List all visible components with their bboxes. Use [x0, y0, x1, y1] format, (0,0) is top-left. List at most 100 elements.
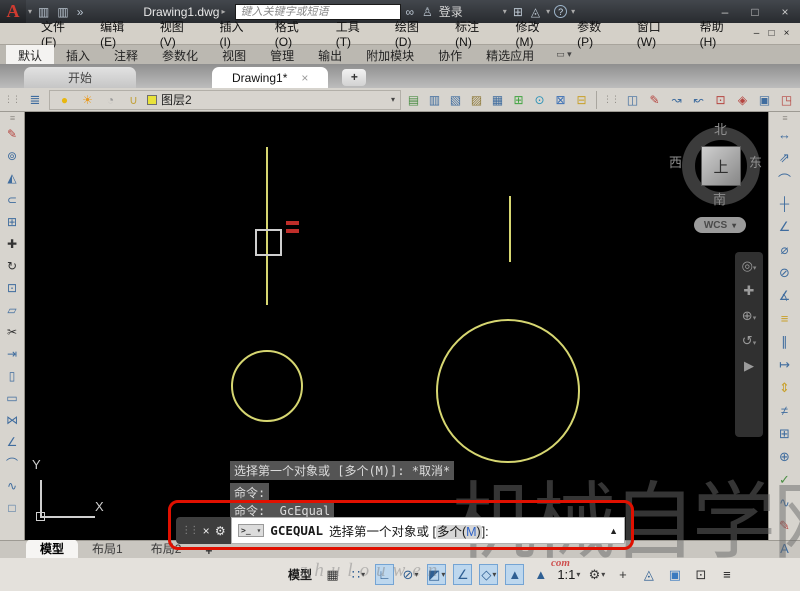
scale-icon[interactable]: ⊡ [0, 277, 24, 299]
dim-continue-icon[interactable]: ↦ [769, 353, 800, 376]
layer-lock-icon[interactable]: ⊠ [551, 93, 570, 107]
layer-previous-icon[interactable]: ▧ [446, 93, 465, 107]
layer-unlock2-icon[interactable]: ⊟ [572, 93, 591, 107]
dim-jog-line-icon[interactable]: ∿ [769, 491, 800, 514]
toolbar-grip[interactable]: ⋮⋮ [602, 94, 620, 105]
dim-jogged-icon[interactable]: ∡ [769, 284, 800, 307]
dim-diameter-icon[interactable]: ⊘ [769, 261, 800, 284]
dropdown-caret-icon[interactable]: ▾ [492, 570, 496, 579]
circle-entity[interactable] [436, 319, 580, 463]
dropdown-caret-icon[interactable]: ▾ [601, 570, 605, 579]
snap-mode-icon[interactable]: ∷▾ [349, 564, 368, 585]
polar-tracking-icon[interactable]: ⊘▾ [401, 564, 420, 585]
model-space-label[interactable]: 模型 [288, 566, 312, 583]
command-line-handle[interactable]: ⋮⋮ × ⚙ [176, 517, 231, 544]
layout-tab-layout1[interactable]: 布局1 [78, 539, 137, 558]
ribbon-tab-collaborate[interactable]: 协作 [426, 45, 474, 64]
trim-icon[interactable]: ✂ [0, 321, 24, 343]
command-prompt-icon[interactable]: >_ ▾ [238, 524, 264, 537]
dropdown-caret-icon[interactable]: ▾ [753, 315, 757, 322]
line-entity[interactable] [266, 147, 268, 305]
wcs-dropdown-icon[interactable]: ▾ [732, 221, 736, 230]
dim-edit-icon[interactable]: ✎ [769, 514, 800, 537]
option-multiple[interactable]: 多个(M) [436, 525, 482, 539]
ribbon-tab-parametric[interactable]: 参数化 [150, 45, 210, 64]
dropdown-caret-icon[interactable]: ▾ [414, 570, 418, 579]
viewcube-north-label[interactable]: 北 [714, 119, 727, 138]
move-icon[interactable]: ✚ [0, 233, 24, 255]
zoom-icon[interactable]: ⊕▾ [742, 308, 756, 324]
menu-window[interactable]: 窗口(W) [626, 15, 689, 52]
layer-match-icon[interactable]: ▥ [425, 93, 444, 107]
dim-aligned-icon[interactable]: ⇗ [769, 146, 800, 169]
command-input-field[interactable]: >_ ▾ GCEQUAL 选择第一个对象或 [多个(M)]: ▲ [231, 517, 625, 544]
layer-isolate-icon[interactable]: ▨ [467, 93, 486, 107]
break-icon[interactable]: ▭ [0, 387, 24, 409]
dim-linear-icon[interactable]: ↔ [769, 123, 800, 146]
layer-off-icon[interactable]: ⊙ [530, 93, 549, 107]
dim-baseline-icon[interactable]: ∥ [769, 330, 800, 353]
dim-arc-length-icon[interactable]: ⌒ [769, 169, 800, 192]
drag-grip-icon[interactable]: ⋮⋮ [181, 525, 197, 536]
layer-unlock-icon[interactable]: ∪ [124, 93, 143, 107]
new-tab-button[interactable]: + [342, 69, 366, 86]
dropdown-caret-icon[interactable]: ▾ [753, 265, 757, 272]
viewcube-south-label[interactable]: 南 [713, 189, 726, 208]
layer-dropdown-caret-icon[interactable]: ▾ [391, 95, 395, 104]
ribbon-tab-manage[interactable]: 管理 [258, 45, 306, 64]
annotation-visibility-icon[interactable]: ▲ [505, 564, 524, 585]
wrench-icon[interactable]: ⚙ [215, 524, 226, 538]
dim-space-icon[interactable]: ⇕ [769, 376, 800, 399]
dim-ordinate-icon[interactable]: ┼ [769, 192, 800, 215]
isometric-drafting-icon[interactable]: ◩▾ [427, 564, 446, 585]
fillet-icon[interactable]: ⌒ [0, 453, 24, 475]
dim-center-mark-icon[interactable]: ⊕ [769, 445, 800, 468]
close-command-line-icon[interactable]: × [203, 524, 210, 538]
annotation-autoscale-icon[interactable]: ▲ [531, 564, 550, 585]
ortho-icon[interactable]: ∟ [375, 564, 394, 585]
line-entity[interactable] [509, 196, 511, 262]
toolbar-grip[interactable]: ≡ [781, 113, 787, 123]
grid-icon[interactable]: ▦ [323, 564, 342, 585]
layer-viewport-icon[interactable]: ◔ [101, 93, 120, 107]
dim-text-edit-icon[interactable]: A [769, 537, 800, 560]
ribbon-tab-insert[interactable]: 插入 [54, 45, 102, 64]
mdi-minimize-button[interactable]: – [749, 28, 764, 39]
layout-tab-model[interactable]: 模型 [26, 539, 78, 558]
layer-properties-icon[interactable]: ≣ [24, 92, 46, 108]
showmotion-icon[interactable]: ▶ [744, 358, 754, 374]
layer-thaw-sun-icon[interactable]: ☀ [78, 93, 97, 107]
viewcube-east-label[interactable]: 东 [749, 152, 762, 171]
dropdown-caret-icon[interactable]: ▾ [441, 570, 445, 579]
layer-make-current-icon[interactable]: ▤ [404, 93, 423, 107]
file-tab-start[interactable]: 开始 [24, 67, 136, 88]
match-properties-icon[interactable]: ◈ [733, 93, 752, 107]
dropdown-caret-icon[interactable]: ▾ [361, 570, 365, 579]
app-logo-icon[interactable]: A [0, 0, 26, 23]
extend-icon[interactable]: ⇥ [0, 343, 24, 365]
mdi-restore-button[interactable]: □ [764, 28, 779, 39]
ribbon-collapse-button[interactable]: ▭ ▾ [556, 45, 572, 64]
wcs-button[interactable]: WCS ▾ [694, 217, 746, 233]
toolbar-grip[interactable]: ≡ [9, 113, 15, 123]
layer-unisolate-icon[interactable]: ▦ [488, 93, 507, 107]
edit-array-icon[interactable]: ⊡ [711, 93, 730, 107]
object-snap-tracking-icon[interactable]: ∠ [453, 564, 472, 585]
ribbon-tab-annotate[interactable]: 注释 [102, 45, 150, 64]
drawing-canvas[interactable]: 北 西 东 南 上 WCS ▾ ◎▾✚⊕▾↺▾▶ 选择第一个对象或 [多个(M)… [25, 112, 768, 540]
customize-plus-icon[interactable]: + [613, 564, 632, 585]
chamfer-icon[interactable]: ∠ [0, 431, 24, 453]
recent-commands-caret-icon[interactable]: ▾ [256, 526, 261, 535]
dim-inspect-icon[interactable]: ✓ [769, 468, 800, 491]
dim-break-icon[interactable]: ≠ [769, 399, 800, 422]
ribbon-tab-featured[interactable]: 精选应用 [474, 45, 546, 64]
dim-angular-icon[interactable]: ∠ [769, 215, 800, 238]
menu-help[interactable]: 帮助(H) [689, 15, 749, 52]
dim-quick-icon[interactable]: ≡ [769, 307, 800, 330]
new-layout-button[interactable]: + [195, 544, 222, 558]
map-import-icon[interactable]: ▣ [755, 93, 774, 107]
close-button[interactable]: × [770, 5, 800, 19]
circle-entity[interactable] [231, 350, 303, 422]
mdi-close-button[interactable]: × [779, 28, 794, 39]
object-snap-icon[interactable]: ◇▾ [479, 564, 498, 585]
